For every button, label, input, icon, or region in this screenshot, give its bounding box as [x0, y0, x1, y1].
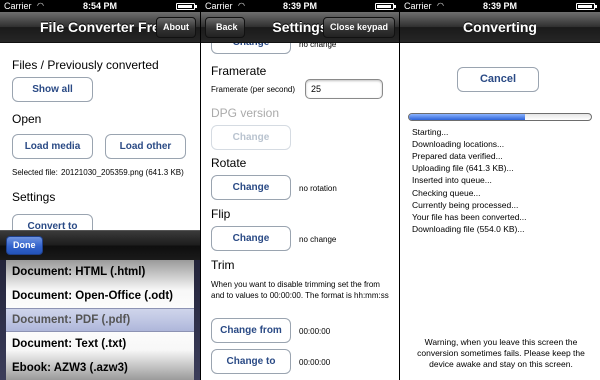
flip-section-title: Flip	[211, 207, 231, 221]
converting-screen: Carrier ◠ 8:39 PM Converting Cancel Star…	[400, 0, 600, 380]
framerate-field-label: Framerate (per second)	[211, 85, 296, 94]
nav-bar: File Converter Free About	[0, 12, 200, 43]
rotate-value: no rotation	[299, 184, 337, 193]
battery-icon	[576, 3, 597, 10]
show-all-button[interactable]: Show all	[12, 77, 93, 102]
progress-bar	[408, 113, 592, 121]
log-line: Currently being processed...	[412, 199, 519, 210]
change-to-value: 00:00:00	[299, 358, 331, 367]
status-bar: Carrier ◠ 8:39 PM	[400, 0, 600, 12]
progress-fill	[409, 114, 526, 120]
picker-item-selected[interactable]: Document: PDF (.pdf)	[6, 308, 194, 332]
log-line: Prepared data verified...	[412, 151, 503, 162]
files-section-title: Files / Previously converted	[12, 58, 159, 72]
log-line: Your file has been converted...	[412, 211, 527, 222]
log-line: Uploading file (641.3 KB)...	[412, 163, 514, 174]
clock: 8:54 PM	[82, 1, 117, 11]
picker-item[interactable]: Ebook: AZW3 (.azw3)	[6, 356, 194, 380]
battery-icon	[176, 3, 197, 10]
open-section-title: Open	[12, 112, 42, 126]
main-screen: Carrier ◠ 8:54 PM File Converter Free Ab…	[0, 0, 200, 380]
clock: 8:39 PM	[482, 1, 517, 11]
cancel-button[interactable]: Cancel	[457, 67, 539, 92]
log-line: Downloading locations...	[412, 139, 505, 150]
dpg-change-button[interactable]: Change	[211, 125, 291, 150]
picker-item[interactable]: Document: HTML (.html)	[6, 260, 194, 284]
change-from-button[interactable]: Change from	[211, 318, 291, 343]
settings-section-title: Settings	[12, 190, 56, 204]
selected-file-label: Selected file:	[12, 168, 58, 177]
warning-text: Warning, when you leave this screen the …	[417, 337, 585, 369]
framerate-section-title: Framerate	[211, 64, 267, 78]
picker-toolbar: Done	[0, 230, 200, 260]
battery-icon	[375, 3, 396, 10]
log-line: Downloading file (554.0 KB)...	[412, 223, 525, 234]
back-button[interactable]: Back	[205, 17, 245, 38]
dpg-section-title: DPG version	[211, 106, 280, 120]
nav-bar: Settings Back Close keypad	[201, 12, 399, 43]
log-line: Inserted into queue...	[412, 175, 492, 186]
trim-help-text: When you want to disable trimming set th…	[211, 280, 389, 300]
change-from-value: 00:00:00	[299, 327, 331, 336]
status-bar: Carrier ◠ 8:54 PM	[0, 0, 200, 12]
picker-item[interactable]: Document: Text (.txt)	[6, 332, 194, 356]
load-media-button[interactable]: Load media	[12, 134, 93, 159]
close-keypad-button[interactable]: Close keypad	[322, 17, 395, 38]
rotate-change-button[interactable]: Change	[211, 175, 291, 200]
picker-item[interactable]: Document: Open-Office (.odt)	[6, 284, 194, 308]
clock: 8:39 PM	[282, 1, 317, 11]
settings-screen: Carrier ◠ 8:39 PM Change no change Frame…	[201, 0, 399, 380]
selected-file-value: 20121030_205359.png (641.3 KB)	[61, 168, 184, 177]
rotate-section-title: Rotate	[211, 156, 247, 170]
status-bar: Carrier ◠ 8:39 PM	[201, 0, 399, 12]
framerate-input[interactable]: 25	[305, 79, 383, 99]
flip-value: no change	[299, 235, 337, 244]
log-line: Checking queue...	[412, 187, 481, 198]
load-other-button[interactable]: Load other	[105, 134, 186, 159]
picker-wheel[interactable]: Document: HTML (.html) Document: Open-Of…	[6, 260, 194, 380]
flip-change-button[interactable]: Change	[211, 226, 291, 251]
converting-content: Cancel Starting... Downloading locations.…	[400, 44, 600, 380]
trim-section-title: Trim	[211, 258, 235, 272]
about-button[interactable]: About	[156, 17, 196, 38]
change-to-button[interactable]: Change to	[211, 349, 291, 374]
log-line: Starting...	[412, 127, 449, 137]
nav-bar: Converting	[400, 12, 600, 43]
done-button[interactable]: Done	[6, 236, 43, 255]
page-title: Converting	[463, 19, 537, 35]
format-picker[interactable]: Document: HTML (.html) Document: Open-Of…	[0, 260, 200, 380]
settings-content: Change no change Framerate Framerate (pe…	[201, 12, 399, 380]
